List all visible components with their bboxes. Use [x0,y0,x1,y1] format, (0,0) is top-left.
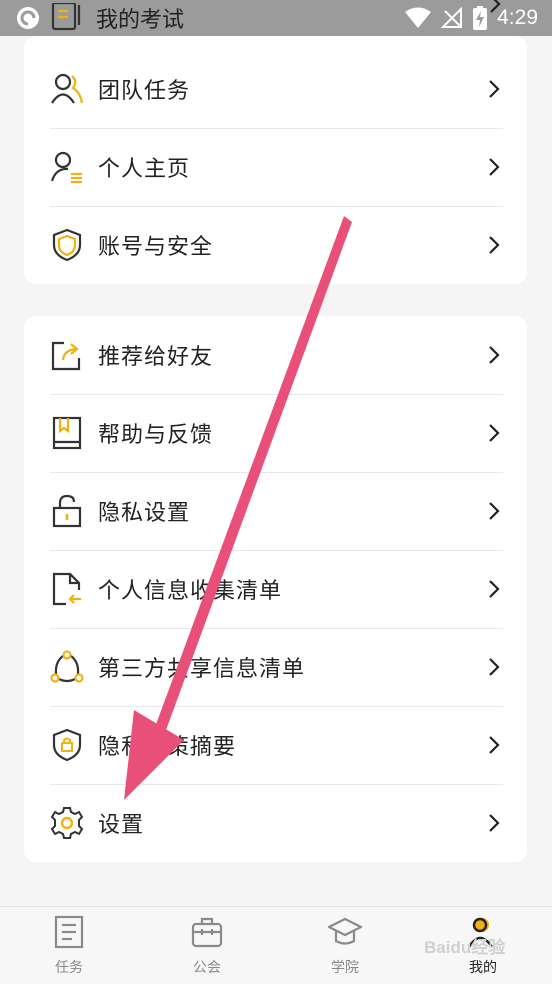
menu-item-label: 设置 [98,813,145,838]
menu-item-label: 隐私政策摘要 [98,735,237,760]
guild-icon [191,917,223,948]
tab-tasks[interactable]: 任务 [0,907,138,984]
exam-icon [51,3,81,31]
menu-item-personal-info-list[interactable]: 个人信息收集清单 [50,550,503,629]
watermark: Baidu经验 [424,938,506,957]
menu-item-exam[interactable]: 我的考试 [50,0,504,36]
team-icon [51,73,84,104]
share-icon [51,341,81,371]
network-icon [50,650,84,683]
tab-label: 学院 [331,960,359,976]
chevron-right-icon [489,658,500,676]
menu-item-recommend[interactable]: 推荐给好友 [50,316,503,395]
tab-label: 我的 [469,960,497,976]
menu-item-label: 隐私设置 [98,501,191,526]
menu-item-help-feedback[interactable]: 帮助与反馈 [50,394,503,473]
chevron-right-icon [489,346,500,364]
tab-label: 公会 [193,960,221,976]
profile-icon [50,151,82,184]
gear-icon [50,807,84,839]
task-icon [54,915,84,949]
tab-label: 任务 [55,960,83,976]
menu-item-label: 我的考试 [96,8,185,33]
account-menu-card: 团队任务 个人主页 账号与安全 [24,36,527,284]
menu-item-team-tasks[interactable]: 团队任务 [50,50,503,129]
menu-item-third-party-list[interactable]: 第三方共享信息清单 [50,628,503,707]
chevron-right-icon [489,814,500,832]
document-icon [52,572,81,606]
menu-item-label: 账号与安全 [98,235,214,260]
chevron-right-icon [489,424,500,442]
menu-item-account-security[interactable]: 账号与安全 [50,206,503,284]
chevron-right-icon [490,0,501,13]
menu-item-label: 第三方共享信息清单 [98,657,306,682]
chevron-right-icon [489,158,500,176]
book-icon [52,416,82,450]
chevron-right-icon [489,502,500,520]
menu-item-label: 个人信息收集清单 [98,579,283,604]
menu-item-privacy-policy-summary[interactable]: 隐私政策摘要 [50,706,503,785]
app-notification-icon [17,7,39,29]
general-menu-card: 推荐给好友 帮助与反馈 隐私设置 个人信息收集清单 第三方共享信息清单 隐私政策… [24,316,527,862]
chevron-right-icon [489,736,500,754]
menu-item-privacy-settings[interactable]: 隐私设置 [50,472,503,551]
chevron-right-icon [489,236,500,254]
menu-item-label: 团队任务 [98,79,191,104]
tab-guild[interactable]: 公会 [138,907,276,984]
chevron-right-icon [489,580,500,598]
menu-item-profile[interactable]: 个人主页 [50,128,503,207]
menu-item-label: 帮助与反馈 [98,423,214,448]
lock-icon [52,494,82,528]
chevron-right-icon [489,80,500,98]
menu-item-label: 推荐给好友 [98,345,214,370]
tab-academy[interactable]: 学院 [276,907,414,984]
menu-item-settings[interactable]: 设置 [50,784,503,862]
academy-icon [328,917,362,945]
shield-icon [52,228,82,262]
privacy-shield-icon [52,728,82,762]
menu-item-label: 个人主页 [98,157,191,182]
